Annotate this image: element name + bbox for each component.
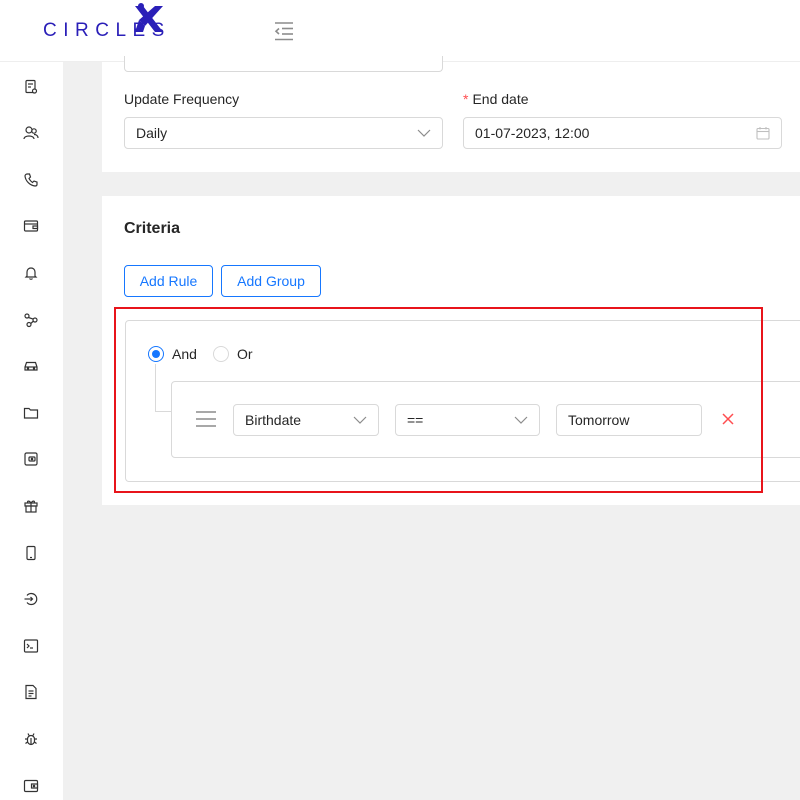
rule-operator-value: ==	[407, 412, 424, 428]
logo-x-mark-icon	[135, 3, 163, 32]
rule-value-input[interactable]: Tomorrow	[556, 404, 702, 436]
bug-icon	[25, 733, 37, 746]
end-date-label: * End date	[463, 91, 529, 107]
chevron-down-icon	[353, 416, 367, 424]
sidebar-item-login[interactable]	[20, 588, 42, 610]
chevron-down-icon	[417, 129, 431, 137]
login-icon	[24, 592, 38, 606]
top-bar: CIRCLES	[0, 0, 800, 62]
criteria-title: Criteria	[124, 220, 181, 237]
card-wallet-icon	[23, 779, 39, 793]
drag-handle-icon[interactable]	[196, 410, 216, 428]
end-date-value: 01-07-2023, 12:00	[475, 125, 590, 141]
car-icon	[24, 361, 38, 371]
add-rule-button[interactable]: Add Rule	[124, 265, 213, 297]
sidebar-item-documents[interactable]	[20, 681, 42, 703]
update-frequency-value: Daily	[136, 125, 168, 141]
rule-value-text: Tomorrow	[568, 412, 630, 428]
end-date-picker[interactable]: 01-07-2023, 12:00	[463, 117, 782, 149]
folder-icon	[23, 407, 39, 419]
rule-operator-select[interactable]: ==	[395, 404, 540, 436]
combinator-and-label: And	[172, 346, 197, 362]
terminal-icon	[23, 639, 39, 653]
users-icon	[23, 126, 39, 140]
combinator-or-radio[interactable]: Or	[213, 346, 253, 362]
file-text-icon	[25, 684, 37, 700]
sidebar-item-console[interactable]	[20, 635, 42, 657]
update-frequency-select[interactable]: Daily	[124, 117, 443, 149]
sidebar-item-devices[interactable]	[20, 542, 42, 564]
sidebar-item-users[interactable]	[20, 122, 42, 144]
sidebar-item-rewards[interactable]	[20, 495, 42, 517]
mobile-icon	[26, 545, 36, 561]
combinator-or-label: Or	[237, 346, 253, 362]
sidebar-item-wallet[interactable]	[20, 215, 42, 237]
combinator-and-radio[interactable]: And	[148, 346, 197, 362]
sidebar-item-notifications[interactable]	[20, 262, 42, 284]
calendar-icon	[756, 127, 770, 140]
bell-icon	[24, 267, 38, 280]
menu-collapse-icon[interactable]	[272, 20, 296, 42]
wallet-icon	[23, 220, 39, 232]
required-mark: *	[463, 91, 469, 107]
update-frequency-label: Update Frequency	[124, 91, 240, 107]
document-settings-icon	[25, 79, 38, 94]
gift-icon	[24, 500, 38, 513]
add-group-button[interactable]: Add Group	[221, 265, 321, 297]
radio-checked-icon	[148, 346, 164, 362]
rule-field-value: Birthdate	[245, 412, 302, 428]
sidebar-item-folders[interactable]	[20, 402, 42, 424]
sidebar-item-purse[interactable]	[20, 448, 42, 470]
sidebar-item-connections[interactable]	[20, 309, 42, 331]
previous-field-input[interactable]	[124, 56, 443, 72]
sidebar-item-document-settings[interactable]	[20, 76, 42, 98]
share-nodes-icon	[24, 313, 38, 328]
radio-unchecked-icon	[213, 346, 229, 362]
sidebar	[0, 62, 63, 800]
phone-icon	[24, 173, 38, 187]
close-icon[interactable]	[720, 411, 736, 427]
purse-icon	[24, 452, 38, 466]
sidebar-item-phone[interactable]	[20, 169, 42, 191]
end-date-label-text: End date	[472, 91, 529, 107]
rule-field-select[interactable]: Birthdate	[233, 404, 379, 436]
sidebar-item-card-wallet[interactable]	[20, 775, 42, 797]
sidebar-item-vehicles[interactable]	[20, 355, 42, 377]
chevron-down-icon	[514, 416, 528, 424]
sidebar-item-debug[interactable]	[20, 728, 42, 750]
